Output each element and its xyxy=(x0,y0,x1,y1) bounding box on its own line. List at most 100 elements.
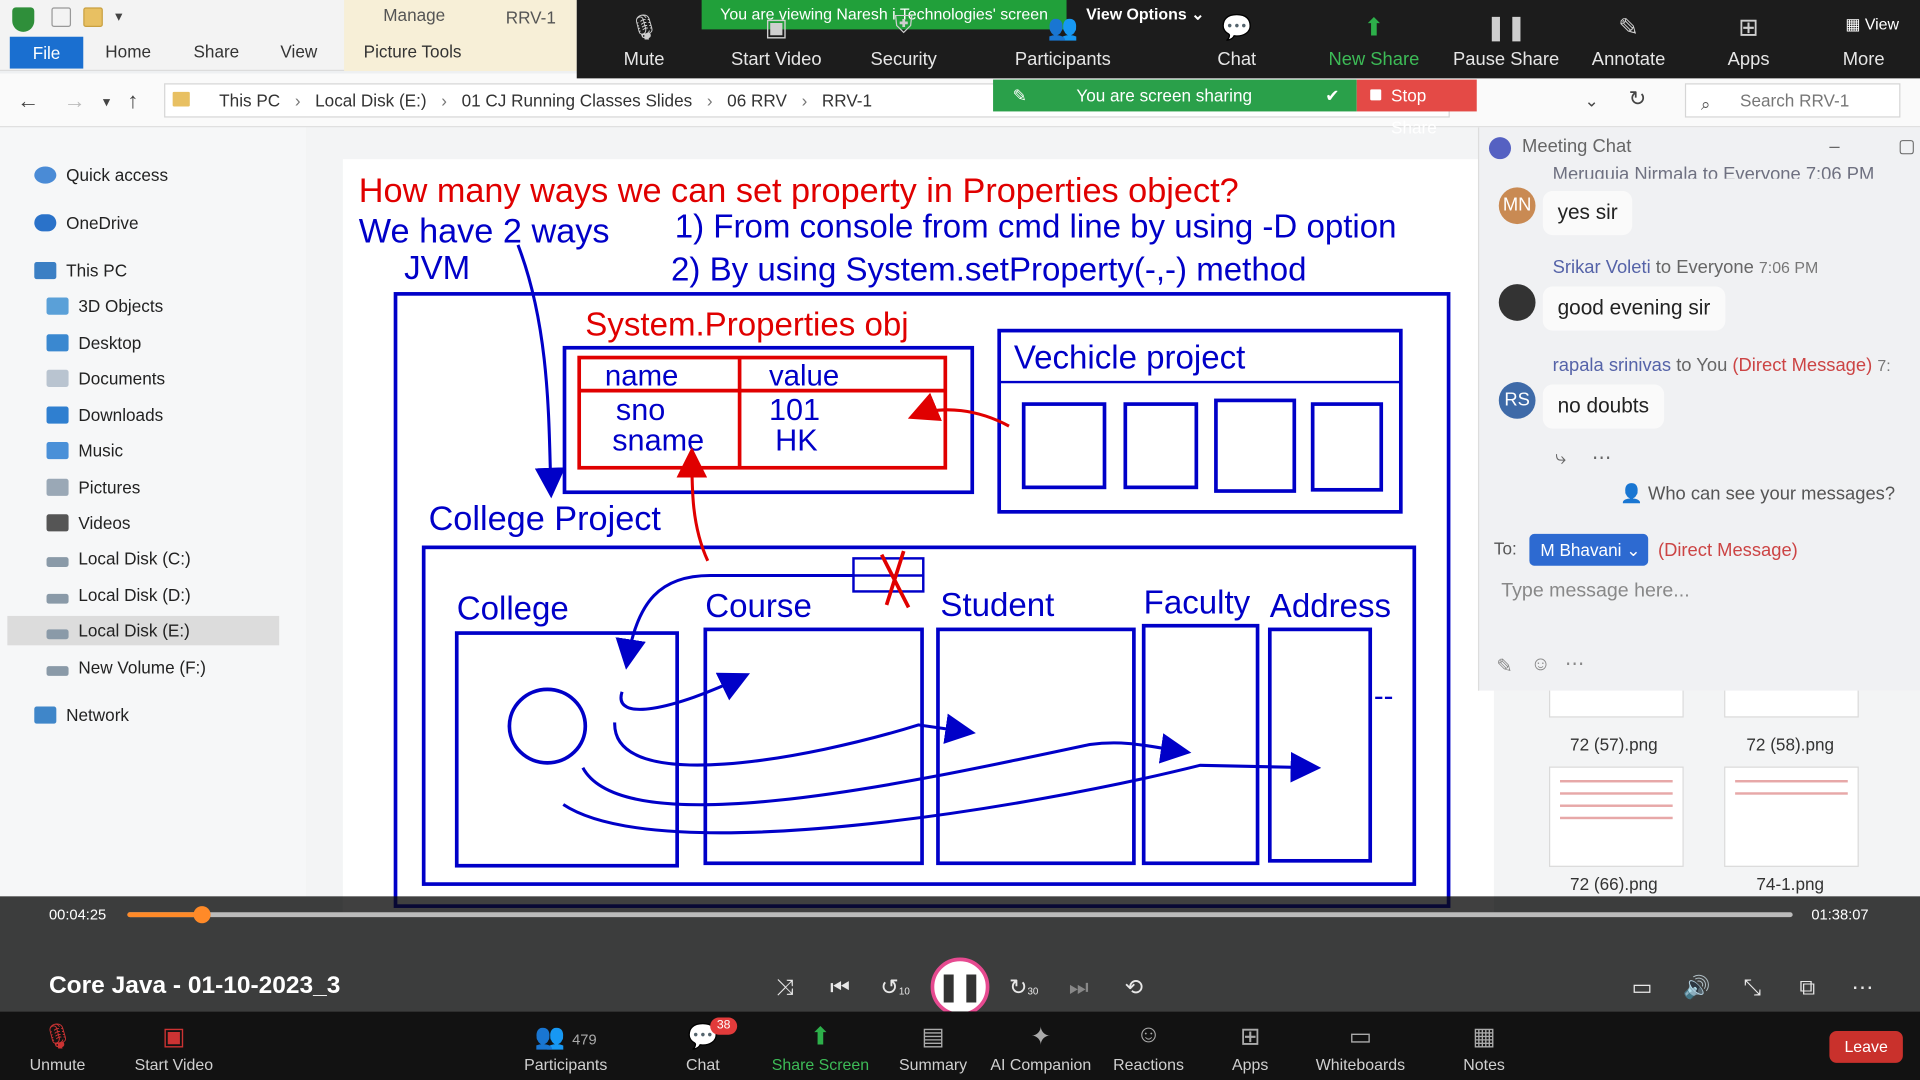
apps-button[interactable]: Apps xyxy=(1189,1056,1311,1074)
forward-arrow-icon[interactable]: → xyxy=(64,88,86,114)
recipient-dropdown[interactable]: M Bhavani ⌄ xyxy=(1529,533,1649,566)
sidebar-item-3d-objects[interactable]: 3D Objects xyxy=(46,291,163,320)
summary-button[interactable]: Summary xyxy=(872,1056,994,1074)
share-tab[interactable]: Share xyxy=(193,42,239,62)
participants-button[interactable]: Participants xyxy=(504,1056,626,1074)
emoji-icon[interactable]: ☺ xyxy=(1531,654,1551,676)
video-player-controls: 00:04:25 01:38:07 Core Java - 01-10-2023… xyxy=(0,896,1920,1017)
dropdown-chevron-icon[interactable]: ⌄ xyxy=(1585,91,1599,112)
sidebar-item-local-disk-e[interactable]: Local Disk (E:) xyxy=(7,615,280,646)
back-arrow-icon[interactable]: ← xyxy=(17,88,39,114)
view-tab[interactable]: View xyxy=(280,42,317,62)
chat-message-input[interactable]: Type message here... xyxy=(1501,580,1689,602)
manage-tab[interactable]: Manage xyxy=(383,5,445,25)
drive-icon xyxy=(46,593,69,604)
sender-name: rapala srinivas xyxy=(1552,355,1672,376)
reply-icon[interactable]: ⤷ xyxy=(1555,448,1566,470)
quick-access-checkbox-icon[interactable] xyxy=(51,7,72,27)
home-tab[interactable]: Home xyxy=(105,42,151,62)
message-time: 7: xyxy=(1877,356,1891,375)
repeat-icon[interactable]: ⟲ xyxy=(1116,975,1153,1001)
popout-icon[interactable]: ▢ xyxy=(1898,127,1915,166)
search-input[interactable]: ⌕ Search RRV-1 xyxy=(1684,83,1901,118)
chat-button[interactable]: Chat xyxy=(642,1056,764,1074)
shuffle-icon[interactable]: ⤨ xyxy=(767,975,804,1001)
quick-access-folder-icon[interactable] xyxy=(83,7,103,27)
start-video-button[interactable]: Start Video xyxy=(709,49,844,70)
sidebar-item-new-volume-f[interactable]: New Volume (F:) xyxy=(46,653,206,682)
pause-button[interactable]: ❚❚ xyxy=(930,957,990,1017)
sidebar-item-network[interactable]: Network xyxy=(34,700,129,729)
view-button[interactable]: ▦ View xyxy=(1845,15,1918,35)
chat-button[interactable]: Chat xyxy=(1169,49,1304,70)
more-options-icon[interactable]: ⋯ xyxy=(1592,446,1612,470)
participants-button[interactable]: Participants xyxy=(996,49,1131,70)
exit-fullscreen-icon[interactable]: ⤡ xyxy=(1734,975,1771,1001)
whiteboards-button[interactable]: Whiteboards xyxy=(1299,1056,1421,1074)
start-video-button[interactable]: Start Video xyxy=(113,1056,235,1074)
file-thumbnail[interactable] xyxy=(1548,766,1684,867)
sidebar-item-quick-access[interactable]: Quick access xyxy=(34,160,168,189)
total-time: 01:38:07 xyxy=(1811,906,1869,924)
shield-icon xyxy=(12,7,35,32)
rewind-10-icon[interactable]: ↺10 xyxy=(877,975,914,1001)
file-name[interactable]: 72 (58).png xyxy=(1705,735,1876,755)
notes-button[interactable]: Notes xyxy=(1423,1056,1545,1074)
security-button[interactable]: Security xyxy=(836,49,971,70)
sidebar-item-downloads[interactable]: Downloads xyxy=(46,400,163,429)
volume-icon[interactable]: 🔊 xyxy=(1679,975,1716,1001)
more-icon[interactable]: ⋯ xyxy=(1565,651,1585,675)
sidebar-item-onedrive[interactable]: OneDrive xyxy=(34,208,139,237)
sidebar-item-music[interactable]: Music xyxy=(46,436,123,465)
more-button[interactable]: More xyxy=(1796,49,1920,70)
customize-quick-access-icon[interactable]: ▾ xyxy=(115,7,122,24)
refresh-icon[interactable]: ↻ xyxy=(1629,87,1646,111)
sidebar-item-documents[interactable]: Documents xyxy=(46,364,165,393)
file-name[interactable]: 72 (66).png xyxy=(1528,874,1699,894)
file-name[interactable]: 74-1.png xyxy=(1705,874,1876,894)
chat-sender: Srikar Voleti to Everyone 7:06 PM xyxy=(1553,257,1819,278)
seek-handle[interactable] xyxy=(193,906,211,924)
captions-icon[interactable]: ▭ xyxy=(1624,975,1661,1001)
share-screen-button[interactable]: Share Screen xyxy=(759,1056,881,1074)
seek-bar[interactable] xyxy=(127,906,1793,924)
ai-sparkle-icon: ✦ xyxy=(1030,1023,1052,1051)
breadcrumb-cj-slides[interactable]: 01 CJ Running Classes Slides xyxy=(462,91,693,111)
picture-tools-tab[interactable]: Picture Tools xyxy=(364,42,462,62)
who-can-see-link[interactable]: 👤 Who can see your messages? xyxy=(1620,482,1895,505)
annotate-button[interactable]: Annotate xyxy=(1561,49,1696,70)
more-options-icon[interactable]: ⋯ xyxy=(1844,975,1881,1001)
participant-count: 479 xyxy=(572,1031,597,1049)
up-arrow-icon[interactable]: ↑ xyxy=(127,88,138,114)
forward-30-icon[interactable]: ↻30 xyxy=(1005,975,1042,1001)
new-share-button[interactable]: New Share xyxy=(1307,49,1442,70)
sidebar-item-this-pc[interactable]: This PC xyxy=(34,256,127,285)
breadcrumb-rrv-1[interactable]: RRV-1 xyxy=(822,91,872,111)
sidebar-item-pictures[interactable]: Pictures xyxy=(46,473,140,502)
share-screen-icon: ⬆ xyxy=(810,1023,831,1051)
sidebar-item-local-disk-d[interactable]: Local Disk (D:) xyxy=(46,580,191,609)
leave-button[interactable]: Leave xyxy=(1829,1031,1903,1063)
sidebar-item-videos[interactable]: Videos xyxy=(46,508,130,537)
unmute-button[interactable]: Unmute xyxy=(0,1056,119,1074)
sidebar-item-local-disk-c[interactable]: Local Disk (C:) xyxy=(46,544,191,573)
drive-icon xyxy=(46,629,69,640)
file-tab[interactable]: File xyxy=(9,36,84,69)
next-icon[interactable]: ⏭ xyxy=(1060,975,1097,1001)
breadcrumb-06-rrv[interactable]: 06 RRV xyxy=(727,91,787,111)
breadcrumb-this-pc[interactable]: This PC xyxy=(219,91,280,111)
mute-button[interactable]: Mute xyxy=(577,49,712,70)
breadcrumb-local-disk-e[interactable]: Local Disk (E:) xyxy=(315,91,426,111)
pause-share-button[interactable]: Pause Share xyxy=(1439,49,1574,70)
previous-icon[interactable]: ⏮ xyxy=(822,975,859,1001)
recent-chevron-icon[interactable]: ▾ xyxy=(103,93,110,110)
file-thumbnail[interactable] xyxy=(1724,766,1859,867)
sidebar-item-desktop[interactable]: Desktop xyxy=(46,328,141,357)
ai-companion-button[interactable]: AI Companion xyxy=(980,1056,1102,1074)
stop-share-button[interactable]: Stop Share xyxy=(1356,79,1477,137)
miniplayer-icon[interactable]: ⧉ xyxy=(1789,975,1826,1001)
format-icon[interactable]: ✎ xyxy=(1496,654,1512,678)
minimize-icon[interactable]: – xyxy=(1829,127,1839,166)
file-name[interactable]: 72 (57).png xyxy=(1528,735,1699,755)
manage-group: Manage RRV-1 Picture Tools xyxy=(344,0,577,72)
